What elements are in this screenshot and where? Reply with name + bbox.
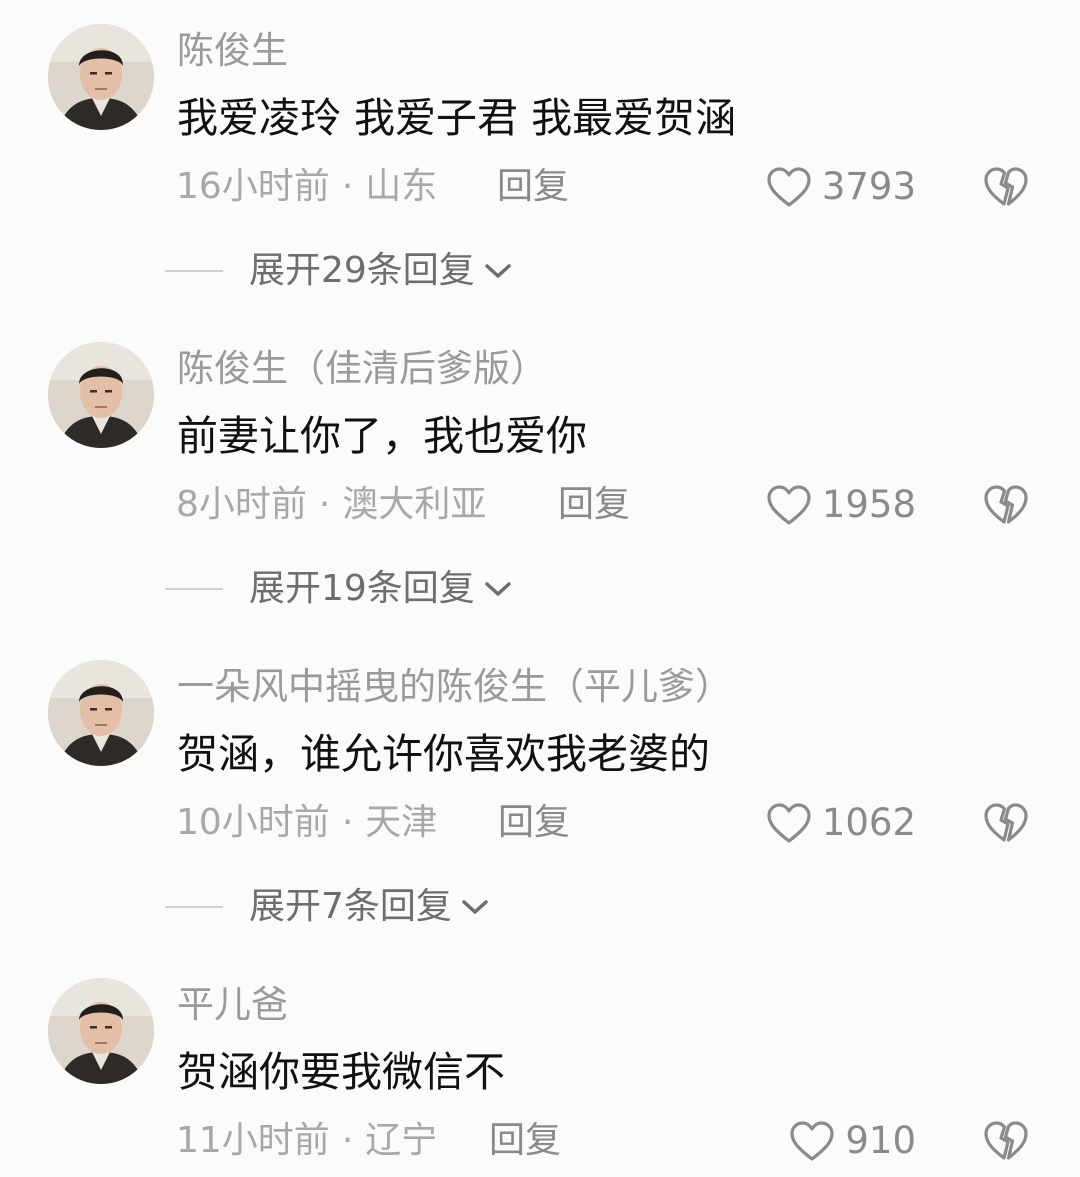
comment-text: 我爱凌玲 我爱子君 我最爱贺涵 [177,94,737,142]
like-count: 910 [845,1119,916,1162]
comment-time: 11小时前 [176,1120,330,1161]
expand-replies-label: 展开7条回复 [249,886,452,927]
like-count: 1958 [821,483,916,526]
comment-meta: 10小时前 · 天津 [176,800,437,846]
expand-replies-label: 展开19条回复 [249,568,475,609]
comment-text: 贺涵你要我微信不 [177,1048,505,1096]
heart-icon [767,167,811,207]
divider-line [165,906,223,908]
comment-meta: 8小时前 · 澳大利亚 [176,482,486,528]
comment-location: 天津 [365,802,438,843]
chevron-down-icon [462,900,488,914]
reply-button[interactable]: 回复 [558,482,630,528]
divider-line [165,270,223,272]
comment-time: 8小时前 [176,484,307,525]
comment-location: 山东 [365,166,438,207]
comment-meta: 16小时前 · 山东 [176,164,437,210]
chevron-down-icon [485,264,511,278]
expand-replies-label: 展开29条回复 [249,250,475,291]
separator-dot: · [341,802,354,843]
comment-item: 陈俊生 我爱凌玲 我爱子君 我最爱贺涵 16小时前 · 山东 回复 3793 展开2… [0,0,1080,318]
divider-line [165,588,223,590]
comment-item: 一朵风中摇曳的陈俊生（平儿爹） 贺涵，谁允许你喜欢我老婆的 10小时前 · 天津 回… [0,636,1080,954]
expand-replies-button[interactable]: 展开29条回复 [165,248,513,294]
separator-dot: · [341,1120,354,1161]
username[interactable]: 平儿爸 [177,982,288,1028]
comment-text: 前妻让你了，我也爱你 [177,412,587,460]
dislike-button[interactable] [982,1118,1030,1164]
heart-icon [790,1121,834,1161]
expand-replies-button[interactable]: 展开19条回复 [165,566,513,612]
avatar[interactable] [48,342,154,448]
reply-button[interactable]: 回复 [489,1118,561,1164]
like-button[interactable]: 910 [789,1116,916,1166]
like-count: 3793 [821,165,916,208]
broken-heart-icon [984,1121,1028,1160]
broken-heart-icon [984,803,1028,842]
like-button[interactable]: 3793 [766,162,916,212]
chevron-down-icon [485,582,511,596]
comment-item: 平儿爸 贺涵你要我微信不 11小时前 · 辽宁 回复 910 [0,954,1080,1177]
like-button[interactable]: 1062 [766,798,916,848]
dislike-button[interactable] [982,482,1030,528]
comment-time: 16小时前 [176,166,330,207]
reply-button[interactable]: 回复 [497,164,569,210]
heart-icon [767,803,811,843]
username[interactable]: 一朵风中摇曳的陈俊生（平儿爹） [177,664,732,710]
separator-dot: · [318,484,331,525]
comment-text: 贺涵，谁允许你喜欢我老婆的 [177,730,710,778]
broken-heart-icon [984,485,1028,524]
reply-button[interactable]: 回复 [498,800,570,846]
dislike-button[interactable] [982,800,1030,846]
avatar[interactable] [48,24,154,130]
avatar[interactable] [48,660,154,766]
comment-meta: 11小时前 · 辽宁 [176,1118,437,1164]
expand-replies-button[interactable]: 展开7条回复 [165,884,490,930]
username[interactable]: 陈俊生 [177,28,288,74]
broken-heart-icon [984,167,1028,206]
comment-item: 陈俊生（佳清后爹版） 前妻让你了，我也爱你 8小时前 · 澳大利亚 回复 1958 … [0,318,1080,636]
heart-icon [767,485,811,525]
comment-location: 辽宁 [365,1120,438,1161]
like-button[interactable]: 1958 [766,480,916,530]
avatar[interactable] [48,978,154,1084]
comment-location: 澳大利亚 [342,484,487,525]
comment-time: 10小时前 [176,802,330,843]
dislike-button[interactable] [982,164,1030,210]
like-count: 1062 [821,801,916,844]
separator-dot: · [341,166,354,207]
username[interactable]: 陈俊生（佳清后爹版） [177,346,547,392]
